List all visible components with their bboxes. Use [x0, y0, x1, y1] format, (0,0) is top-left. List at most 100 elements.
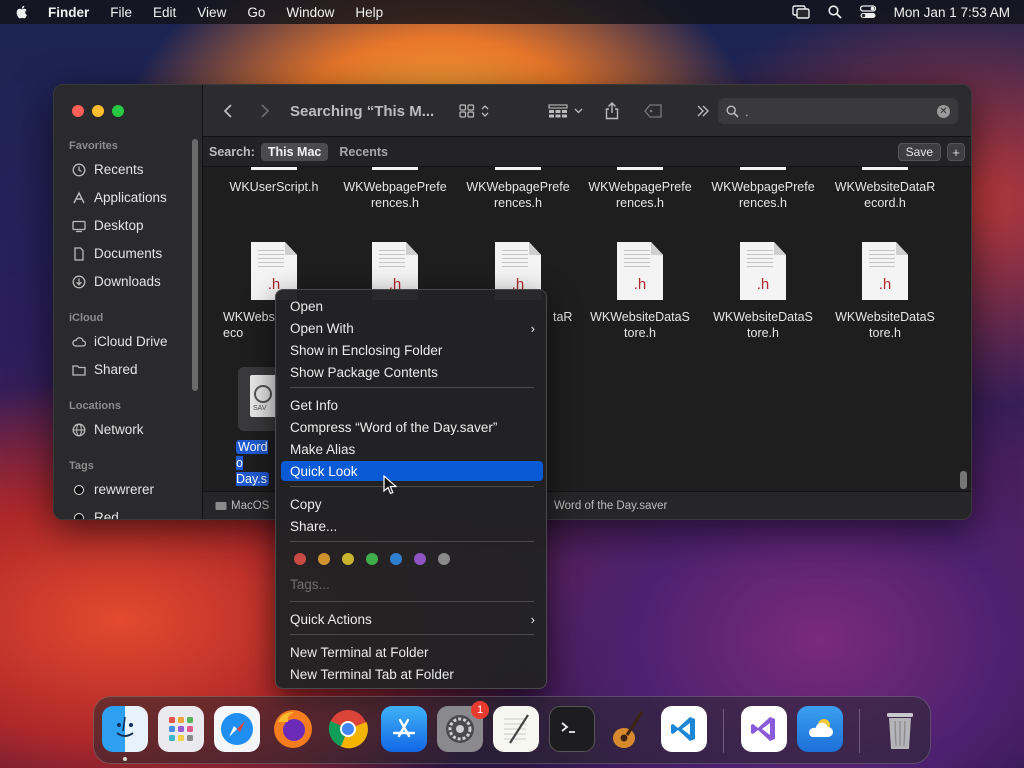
group-by-button[interactable] [548, 85, 583, 137]
screensaver-file-icon[interactable]: SAV [250, 375, 278, 417]
tag-gray-dot[interactable] [438, 553, 450, 565]
search-field[interactable]: . ✕ [718, 98, 958, 124]
toolbar: Searching “This M... . ✕ [203, 85, 971, 137]
menu-item-share[interactable]: Share... [281, 516, 543, 536]
safari-icon[interactable] [214, 706, 260, 752]
sidebar-header-tags: Tags [69, 460, 94, 472]
scope-this-mac-button[interactable]: This Mac [260, 142, 329, 161]
sidebar-item-shared[interactable]: Shared [72, 362, 138, 377]
path-file[interactable]: Word of the Day.saver [554, 500, 667, 512]
add-criteria-button[interactable]: + [947, 143, 965, 161]
trash-icon[interactable] [877, 706, 923, 752]
menu-item-show-package-contents[interactable]: Show Package Contents [281, 362, 543, 382]
view-mode-button[interactable] [459, 85, 489, 137]
file-item[interactable]: WKWebsiteDataS tore.h [708, 309, 818, 341]
screen-mirroring-icon[interactable] [791, 5, 810, 19]
tag-purple-dot[interactable] [414, 553, 426, 565]
back-button[interactable] [223, 85, 233, 137]
clock-icon [72, 163, 86, 176]
visual-studio-icon[interactable] [741, 706, 787, 752]
menu-item-compress[interactable]: Compress “Word of the Day.saver” [281, 417, 543, 437]
header-file-icon[interactable]: .h [617, 242, 663, 300]
menu-clock[interactable]: Mon Jan 1 7:53 AM [894, 5, 1010, 20]
context-menu: Open Open With › Show in Enclosing Folder… [275, 289, 547, 689]
tag-blue-dot[interactable] [390, 553, 402, 565]
menu-item-get-info[interactable]: Get Info [281, 395, 543, 415]
file-name: WKWebsiteDataS tore.h [835, 310, 935, 340]
file-item[interactable]: WKWebsiteDataS tore.h [585, 309, 695, 341]
menu-item-open[interactable]: Open [281, 296, 543, 316]
menu-view[interactable]: View [197, 5, 226, 20]
menu-item-new-terminal-tab[interactable]: New Terminal Tab at Folder [281, 664, 543, 684]
menu-window[interactable]: Window [286, 5, 334, 20]
tag-button[interactable] [643, 85, 663, 137]
app-store-icon[interactable] [381, 706, 427, 752]
menu-item-quick-look[interactable]: Quick Look [281, 461, 543, 481]
sidebar-item-applications[interactable]: Applications [72, 190, 167, 205]
file-item[interactable]: WKWebpagePrefe rences.h [463, 179, 573, 211]
file-item[interactable]: WKWebpagePrefe rences.h [708, 179, 818, 211]
double-chevron-right-icon [697, 105, 709, 117]
menu-help[interactable]: Help [355, 5, 383, 20]
system-settings-icon[interactable]: 1 [437, 701, 489, 752]
sidebar-item-downloads[interactable]: Downloads [72, 274, 161, 289]
menu-item-quick-actions[interactable]: Quick Actions › [281, 609, 543, 629]
spotlight-search-icon[interactable] [828, 5, 842, 19]
tag-green-dot[interactable] [366, 553, 378, 565]
firefox-icon[interactable] [270, 706, 316, 752]
terminal-icon[interactable] [549, 706, 595, 752]
close-window-button[interactable] [72, 105, 84, 117]
minimize-window-button[interactable] [92, 105, 104, 117]
weather-icon[interactable] [797, 706, 843, 752]
file-item[interactable]: WKUserScript.h [219, 179, 329, 195]
menu-item-copy[interactable]: Copy [281, 494, 543, 514]
tag-orange-dot[interactable] [318, 553, 330, 565]
header-file-icon[interactable]: .h [740, 242, 786, 300]
sidebar-item-tag-rewwrerer[interactable]: rewwrerer [72, 482, 154, 497]
menu-item-new-terminal[interactable]: New Terminal at Folder [281, 642, 543, 662]
scope-recents-button[interactable]: Recents [332, 143, 395, 161]
menu-file[interactable]: File [110, 5, 132, 20]
garageband-icon[interactable] [605, 706, 651, 752]
path-volume[interactable]: MacOS [215, 500, 269, 512]
chrome-icon[interactable] [325, 706, 371, 752]
zoom-window-button[interactable] [112, 105, 124, 117]
menu-item-open-with[interactable]: Open With › [281, 318, 543, 338]
content-scrollbar[interactable] [960, 471, 967, 489]
menu-edit[interactable]: Edit [153, 5, 176, 20]
sidebar-item-recents[interactable]: Recents [72, 162, 144, 177]
save-search-button[interactable]: Save [897, 143, 941, 161]
tag-red-dot[interactable] [294, 553, 306, 565]
sidebar-item-network[interactable]: Network [72, 422, 144, 437]
header-file-icon[interactable]: .h [862, 242, 908, 300]
file-item[interactable]: WKWebsiteDataS tore.h [830, 309, 940, 341]
file-item[interactable]: WKWebs eco [219, 309, 275, 341]
textedit-icon[interactable] [493, 706, 539, 752]
sidebar-scrollbar[interactable] [192, 139, 198, 391]
menu-item-show-enclosing-folder[interactable]: Show in Enclosing Folder [281, 340, 543, 360]
menu-item-tags[interactable]: Tags... [290, 577, 330, 592]
selected-file-name[interactable]: Word o Day.s [236, 439, 278, 487]
finder-icon[interactable] [102, 706, 148, 752]
sidebar-item-tag-red[interactable]: Red [72, 510, 119, 520]
more-toolbar-button[interactable] [696, 85, 710, 137]
clear-search-button[interactable]: ✕ [937, 104, 950, 118]
sidebar-item-desktop[interactable]: Desktop [72, 218, 144, 233]
forward-button[interactable] [260, 85, 270, 137]
apple-menu-icon[interactable] [14, 4, 30, 20]
file-item[interactable]: WKWebpagePrefe rences.h [585, 179, 695, 211]
vscode-icon[interactable] [661, 706, 707, 752]
share-button[interactable] [605, 85, 619, 137]
search-input[interactable]: . [745, 104, 749, 119]
sidebar-item-icloud-drive[interactable]: iCloud Drive [72, 334, 168, 349]
launchpad-icon[interactable] [158, 706, 204, 752]
file-item[interactable]: WKWebpagePrefe rences.h [340, 179, 450, 211]
menu-item-make-alias[interactable]: Make Alias [281, 439, 543, 459]
control-center-icon[interactable] [859, 5, 876, 19]
menu-go[interactable]: Go [247, 5, 265, 20]
sidebar-item-documents[interactable]: Documents [72, 246, 162, 261]
menu-app-name[interactable]: Finder [48, 5, 89, 20]
sidebar-item-label: Red [94, 510, 119, 520]
tag-yellow-dot[interactable] [342, 553, 354, 565]
file-item[interactable]: WKWebsiteDataR ecord.h [830, 179, 940, 211]
